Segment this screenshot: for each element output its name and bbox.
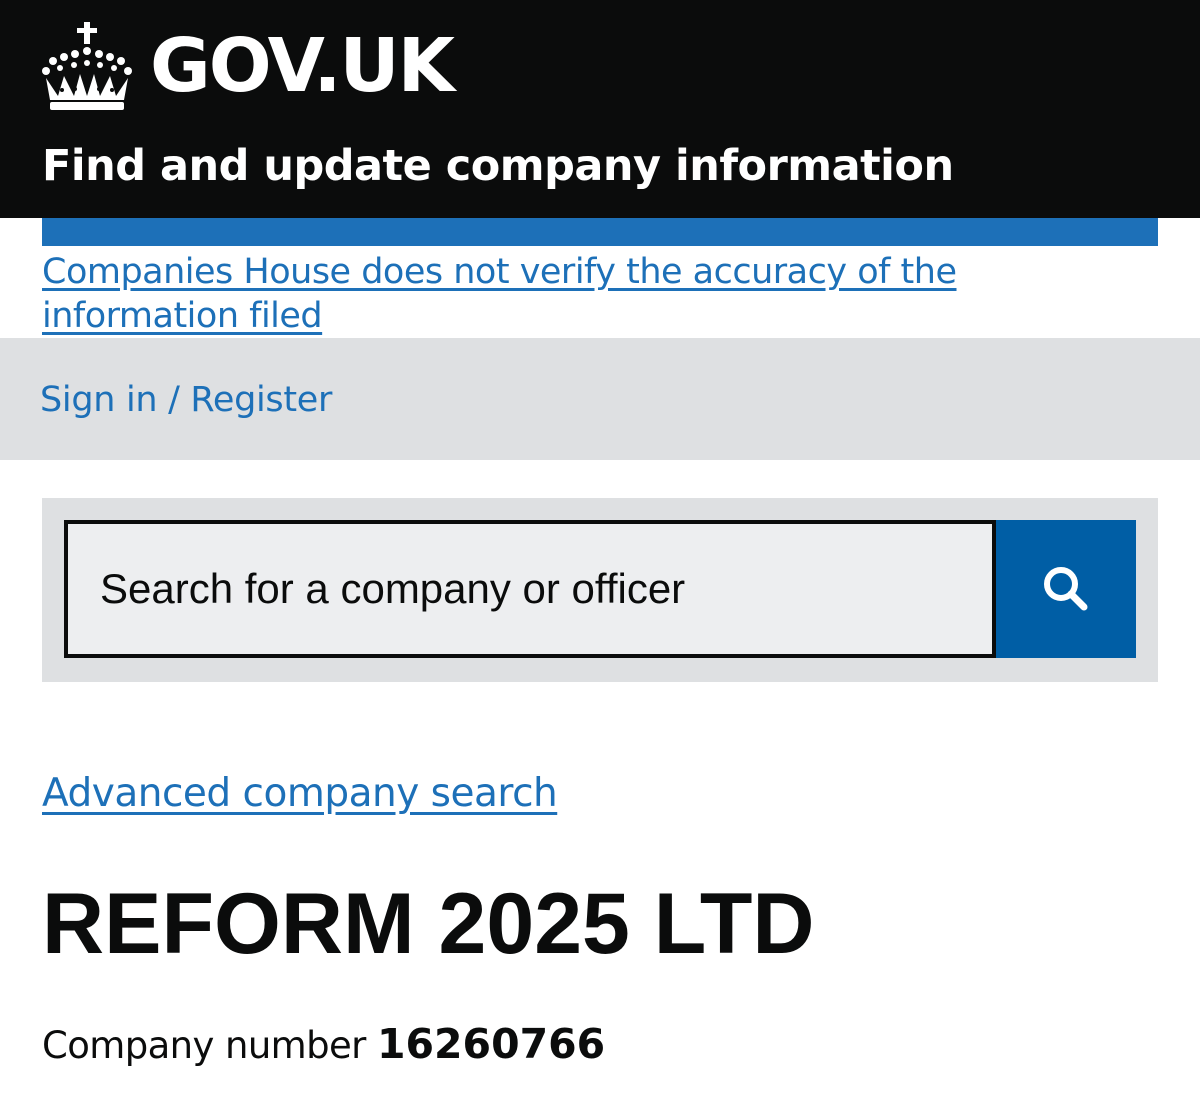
govuk-header: GOV.UK Find and update company informati…: [0, 0, 1200, 218]
search-button[interactable]: [996, 520, 1136, 658]
search-input[interactable]: [64, 520, 996, 658]
company-name-heading: REFORM 2025 LTD: [42, 876, 815, 972]
govuk-logo-link[interactable]: GOV.UK: [40, 20, 455, 112]
company-number-value: 16260766: [376, 1020, 606, 1068]
sign-in-register-link[interactable]: Sign in / Register: [40, 378, 332, 422]
company-number: Company number 16260766: [42, 1016, 605, 1074]
search-panel: [42, 498, 1158, 682]
service-name: Find and update company information: [42, 141, 954, 191]
search-icon: [1044, 567, 1088, 611]
company-number-label: Company number: [42, 1024, 366, 1067]
account-bar: Sign in / Register: [0, 338, 1200, 460]
header-accent-bar: [42, 218, 1158, 246]
govuk-wordmark: GOV.UK: [150, 23, 455, 109]
accuracy-notice-link[interactable]: Companies House does not verify the accu…: [42, 250, 1158, 338]
advanced-company-search-link[interactable]: Advanced company search: [42, 770, 558, 818]
crown-icon: [42, 22, 132, 110]
